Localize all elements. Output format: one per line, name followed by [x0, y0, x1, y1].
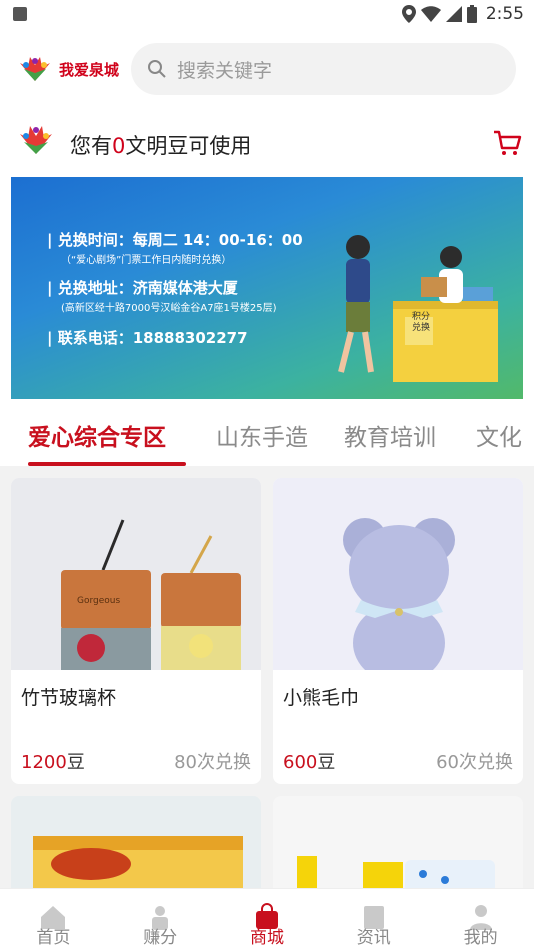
battery-icon	[466, 5, 477, 23]
tab-education-training[interactable]: 教育培训	[344, 418, 436, 452]
product-card[interactable]	[11, 796, 261, 888]
product-exchange-count: 60次兑换	[436, 752, 513, 773]
banner-illustration	[338, 235, 498, 382]
header: 我爱泉城 搜索关键字	[0, 38, 534, 100]
banner-exchange-time: | 兑换时间：每周二 14：00-16：00	[47, 231, 303, 249]
points-summary: 您有0文明豆可使用	[70, 130, 251, 160]
status-time: 2:55	[485, 4, 524, 24]
nav-earn[interactable]: 赚分	[107, 889, 214, 951]
logo-text: 我爱泉城	[59, 60, 120, 79]
nav-shop[interactable]: 商城	[214, 889, 321, 951]
signal-icon	[445, 6, 462, 22]
product-card[interactable]: 小熊毛巾 600豆 60次兑换	[273, 478, 523, 784]
product-image-tissue	[33, 836, 243, 888]
product-title: 小熊毛巾	[283, 687, 360, 709]
nav-news[interactable]: 资讯	[320, 889, 427, 951]
points-logo-icon	[20, 126, 52, 154]
tab-love-comprehensive[interactable]: 爱心综合专区	[28, 418, 166, 452]
product-card[interactable]	[273, 796, 523, 888]
product-image-bear-towel	[273, 478, 523, 683]
product-image-toys	[297, 856, 495, 888]
product-image-cups: Gorgeous	[11, 478, 261, 670]
banner-exchange-address: | 兑换地址：济南媒体港大厦	[47, 279, 238, 297]
logo-icon	[20, 57, 50, 81]
search-icon	[148, 60, 166, 78]
app-logo[interactable]: 我爱泉城	[16, 52, 126, 86]
nav-profile-label: 我的	[463, 928, 498, 948]
nav-home-label: 首页	[36, 928, 71, 948]
category-tabs: 爱心综合专区 山东手造 教育培训 文化	[0, 404, 534, 466]
status-bar: 2:55	[0, 0, 534, 30]
points-suffix: 文明豆可使用	[125, 134, 252, 158]
nav-profile[interactable]: 我的	[427, 889, 534, 951]
nav-earn-label: 赚分	[143, 928, 178, 948]
banner-exchange-address-detail: (高新区经十路7000号汉峪金谷A7座1号楼25层)	[61, 303, 277, 314]
product-price-unit: 豆	[317, 752, 336, 773]
cup-brand-text: Gorgeous	[77, 596, 120, 606]
product-price: 600豆	[283, 748, 335, 774]
nav-shop-label: 商城	[249, 928, 284, 948]
tab-culture[interactable]: 文化	[476, 418, 522, 452]
points-value: 0	[112, 134, 126, 158]
search-placeholder: 搜索关键字	[177, 59, 273, 82]
bear-illustration	[343, 518, 455, 683]
product-exchange-count: 80次兑换	[174, 752, 251, 773]
points-row: 您有0文明豆可使用	[0, 118, 534, 172]
product-title: 竹节玻璃杯	[21, 687, 117, 709]
product-price-unit: 豆	[66, 752, 85, 773]
status-indicators: 2:55	[401, 4, 524, 24]
notification-icon	[13, 7, 27, 21]
banner-box-label-2: 兑换	[411, 323, 430, 333]
bottom-nav: 首页 赚分 商城 资讯 我的	[0, 888, 534, 951]
product-grid: Gorgeous 竹节玻璃杯 1200豆 80次兑换 小熊毛巾 600豆 60次…	[0, 466, 534, 888]
nav-home[interactable]: 首页	[0, 889, 107, 951]
product-card[interactable]: Gorgeous 竹节玻璃杯 1200豆 80次兑换	[11, 478, 261, 784]
banner-box-label: 积分 兑换	[412, 312, 430, 334]
cups-illustration: Gorgeous	[61, 519, 241, 670]
location-icon	[401, 5, 416, 23]
wifi-icon	[420, 6, 441, 22]
product-price: 1200豆	[21, 748, 85, 774]
product-price-value: 600	[283, 752, 318, 773]
banner-contact-phone: | 联系电话：18888302277	[47, 329, 248, 347]
banner-box-label-1: 积分	[411, 312, 430, 322]
nav-news-label: 资讯	[356, 928, 391, 948]
banner-exchange-time-note: （“爱心剧场”门票工作日内随时兑换）	[61, 255, 232, 266]
tab-shandong-handmade[interactable]: 山东手造	[216, 418, 308, 452]
points-prefix: 您有	[70, 134, 112, 158]
search-input[interactable]: 搜索关键字	[131, 43, 516, 95]
cart-icon[interactable]	[492, 128, 522, 158]
promo-banner[interactable]: | 兑换时间：每周二 14：00-16：00 （“爱心剧场”门票工作日内随时兑换…	[11, 177, 523, 399]
product-price-value: 1200	[21, 752, 67, 773]
